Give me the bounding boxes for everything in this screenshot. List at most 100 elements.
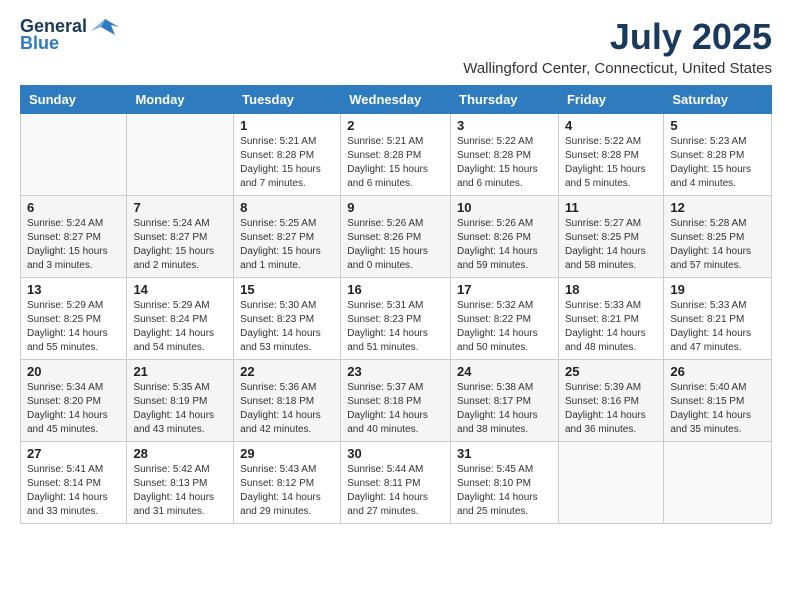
day-info: Sunrise: 5:29 AM Sunset: 8:25 PM Dayligh… (27, 299, 120, 355)
day-number: 18 (565, 282, 657, 297)
calendar-table: SundayMondayTuesdayWednesdayThursdayFrid… (20, 85, 772, 524)
calendar-week-row: 13 Sunrise: 5:29 AM Sunset: 8:25 PM Dayli… (21, 278, 772, 360)
day-number: 2 (347, 118, 444, 133)
day-info: Sunrise: 5:45 AM Sunset: 8:10 PM Dayligh… (457, 463, 552, 519)
day-number: 26 (670, 364, 765, 379)
day-info: Sunrise: 5:29 AM Sunset: 8:24 PM Dayligh… (133, 299, 227, 355)
calendar-cell: 13 Sunrise: 5:29 AM Sunset: 8:25 PM Dayli… (21, 278, 127, 360)
column-header-thursday: Thursday (451, 86, 559, 114)
day-number: 8 (240, 200, 334, 215)
calendar-cell: 14Sunrise: 5:29 AM Sunset: 8:24 PM Dayli… (127, 278, 234, 360)
day-info: Sunrise: 5:36 AM Sunset: 8:18 PM Dayligh… (240, 381, 334, 437)
calendar-cell: 21 Sunrise: 5:35 AM Sunset: 8:19 PM Dayli… (127, 360, 234, 442)
day-number: 31 (457, 446, 552, 461)
day-info: Sunrise: 5:44 AM Sunset: 8:11 PM Dayligh… (347, 463, 444, 519)
day-info: Sunrise: 5:39 AM Sunset: 8:16 PM Dayligh… (565, 381, 657, 437)
day-info: Sunrise: 5:40 AM Sunset: 8:15 PM Dayligh… (670, 381, 765, 437)
day-number: 22 (240, 364, 334, 379)
calendar-cell: 20 Sunrise: 5:34 AM Sunset: 8:20 PM Dayli… (21, 360, 127, 442)
day-info: Sunrise: 5:24 AM Sunset: 8:27 PM Dayligh… (133, 217, 227, 273)
day-info: Sunrise: 5:21 AM Sunset: 8:28 PM Dayligh… (240, 135, 334, 191)
title-area: July 2025 Wallingford Center, Connecticu… (463, 16, 772, 77)
day-number: 1 (240, 118, 334, 133)
day-info: Sunrise: 5:43 AM Sunset: 8:12 PM Dayligh… (240, 463, 334, 519)
calendar-cell (21, 114, 127, 196)
calendar-cell: 28 Sunrise: 5:42 AM Sunset: 8:13 PM Dayli… (127, 442, 234, 524)
day-info: Sunrise: 5:26 AM Sunset: 8:26 PM Dayligh… (347, 217, 444, 273)
day-info: Sunrise: 5:21 AM Sunset: 8:28 PM Dayligh… (347, 135, 444, 191)
day-info: Sunrise: 5:34 AM Sunset: 8:20 PM Dayligh… (27, 381, 120, 437)
day-info: Sunrise: 5:25 AM Sunset: 8:27 PM Dayligh… (240, 217, 334, 273)
calendar-cell (127, 114, 234, 196)
day-info: Sunrise: 5:24 AM Sunset: 8:27 PM Dayligh… (27, 217, 120, 273)
calendar-cell: 10 Sunrise: 5:26 AM Sunset: 8:26 PM Dayli… (451, 196, 559, 278)
calendar-cell: 17 Sunrise: 5:32 AM Sunset: 8:22 PM Dayli… (451, 278, 559, 360)
page-subtitle: Wallingford Center, Connecticut, United … (463, 60, 772, 77)
calendar-cell: 23 Sunrise: 5:37 AM Sunset: 8:18 PM Dayli… (341, 360, 451, 442)
logo-text-blue: Blue (20, 33, 59, 54)
day-info: Sunrise: 5:42 AM Sunset: 8:13 PM Dayligh… (133, 463, 227, 519)
day-info: Sunrise: 5:26 AM Sunset: 8:26 PM Dayligh… (457, 217, 552, 273)
calendar-cell: 31 Sunrise: 5:45 AM Sunset: 8:10 PM Dayli… (451, 442, 559, 524)
calendar-header-row: SundayMondayTuesdayWednesdayThursdayFrid… (21, 86, 772, 114)
day-info: Sunrise: 5:37 AM Sunset: 8:18 PM Dayligh… (347, 381, 444, 437)
day-number: 16 (347, 282, 444, 297)
column-header-friday: Friday (558, 86, 663, 114)
calendar-cell: 15 Sunrise: 5:30 AM Sunset: 8:23 PM Dayli… (234, 278, 341, 360)
day-number: 7 (133, 200, 227, 215)
calendar-cell: 8 Sunrise: 5:25 AM Sunset: 8:27 PM Daylig… (234, 196, 341, 278)
calendar-cell: 16 Sunrise: 5:31 AM Sunset: 8:23 PM Dayli… (341, 278, 451, 360)
day-info: Sunrise: 5:33 AM Sunset: 8:21 PM Dayligh… (565, 299, 657, 355)
day-number: 29 (240, 446, 334, 461)
day-number: 24 (457, 364, 552, 379)
day-number: 17 (457, 282, 552, 297)
day-info: Sunrise: 5:30 AM Sunset: 8:23 PM Dayligh… (240, 299, 334, 355)
column-header-tuesday: Tuesday (234, 86, 341, 114)
calendar-cell: 3 Sunrise: 5:22 AM Sunset: 8:28 PM Daylig… (451, 114, 559, 196)
day-number: 12 (670, 200, 765, 215)
day-info: Sunrise: 5:22 AM Sunset: 8:28 PM Dayligh… (565, 135, 657, 191)
calendar-cell: 25Sunrise: 5:39 AM Sunset: 8:16 PM Dayli… (558, 360, 663, 442)
calendar-cell: 2 Sunrise: 5:21 AM Sunset: 8:28 PM Daylig… (341, 114, 451, 196)
page-header: General Blue July 2025 Wallingford Cente… (20, 16, 772, 77)
day-number: 5 (670, 118, 765, 133)
day-info: Sunrise: 5:22 AM Sunset: 8:28 PM Dayligh… (457, 135, 552, 191)
calendar-cell: 9 Sunrise: 5:26 AM Sunset: 8:26 PM Daylig… (341, 196, 451, 278)
day-info: Sunrise: 5:35 AM Sunset: 8:19 PM Dayligh… (133, 381, 227, 437)
day-number: 21 (133, 364, 227, 379)
day-number: 9 (347, 200, 444, 215)
calendar-cell: 5 Sunrise: 5:23 AM Sunset: 8:28 PM Daylig… (664, 114, 772, 196)
day-info: Sunrise: 5:41 AM Sunset: 8:14 PM Dayligh… (27, 463, 120, 519)
calendar-cell: 26 Sunrise: 5:40 AM Sunset: 8:15 PM Dayli… (664, 360, 772, 442)
calendar-cell: 4 Sunrise: 5:22 AM Sunset: 8:28 PM Daylig… (558, 114, 663, 196)
logo-bird-icon (91, 17, 119, 37)
calendar-cell: 18 Sunrise: 5:33 AM Sunset: 8:21 PM Dayli… (558, 278, 663, 360)
calendar-cell: 11Sunrise: 5:27 AM Sunset: 8:25 PM Dayli… (558, 196, 663, 278)
calendar-body: 1 Sunrise: 5:21 AM Sunset: 8:28 PM Daylig… (21, 114, 772, 524)
day-number: 28 (133, 446, 227, 461)
calendar-cell: 12 Sunrise: 5:28 AM Sunset: 8:25 PM Dayli… (664, 196, 772, 278)
calendar-week-row: 27Sunrise: 5:41 AM Sunset: 8:14 PM Dayli… (21, 442, 772, 524)
day-number: 3 (457, 118, 552, 133)
day-number: 10 (457, 200, 552, 215)
day-number: 13 (27, 282, 120, 297)
day-number: 15 (240, 282, 334, 297)
calendar-cell (664, 442, 772, 524)
column-header-sunday: Sunday (21, 86, 127, 114)
day-info: Sunrise: 5:28 AM Sunset: 8:25 PM Dayligh… (670, 217, 765, 273)
calendar-cell: 22 Sunrise: 5:36 AM Sunset: 8:18 PM Dayli… (234, 360, 341, 442)
day-info: Sunrise: 5:38 AM Sunset: 8:17 PM Dayligh… (457, 381, 552, 437)
day-info: Sunrise: 5:32 AM Sunset: 8:22 PM Dayligh… (457, 299, 552, 355)
day-number: 23 (347, 364, 444, 379)
day-info: Sunrise: 5:23 AM Sunset: 8:28 PM Dayligh… (670, 135, 765, 191)
day-number: 20 (27, 364, 120, 379)
day-info: Sunrise: 5:31 AM Sunset: 8:23 PM Dayligh… (347, 299, 444, 355)
day-info: Sunrise: 5:33 AM Sunset: 8:21 PM Dayligh… (670, 299, 765, 355)
day-number: 30 (347, 446, 444, 461)
day-number: 19 (670, 282, 765, 297)
day-number: 6 (27, 200, 120, 215)
day-number: 4 (565, 118, 657, 133)
calendar-cell: 24 Sunrise: 5:38 AM Sunset: 8:17 PM Dayli… (451, 360, 559, 442)
calendar-cell: 1 Sunrise: 5:21 AM Sunset: 8:28 PM Daylig… (234, 114, 341, 196)
calendar-cell: 30 Sunrise: 5:44 AM Sunset: 8:11 PM Dayli… (341, 442, 451, 524)
